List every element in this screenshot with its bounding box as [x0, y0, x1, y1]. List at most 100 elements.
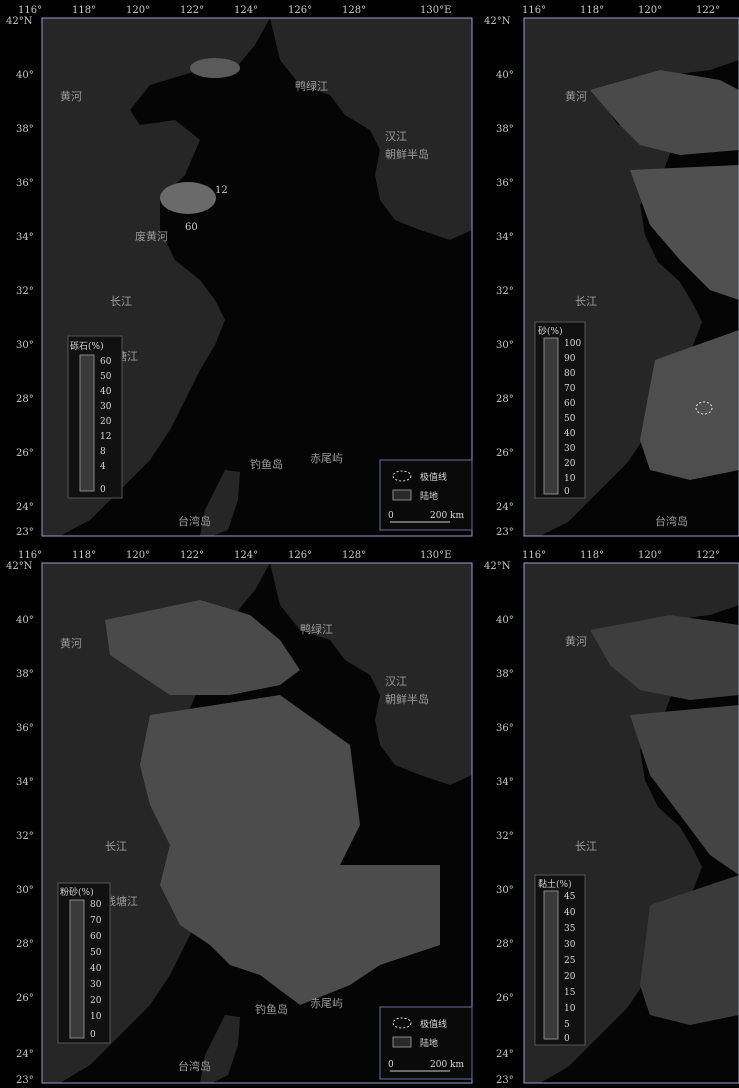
legend-value: 25 — [564, 956, 576, 966]
lat-tick: 34° — [496, 777, 514, 788]
lon-tick: 120° — [638, 550, 662, 561]
legend-value: 20 — [564, 972, 576, 982]
lon-tick: 116° — [18, 550, 42, 561]
lon-tick: 128° — [342, 550, 366, 561]
lat-tick: 32° — [16, 831, 34, 842]
map-panel-silt: 鸭绿江 汉江 朝鲜半岛 黄河 长江 钱塘江 钓鱼岛 赤尾屿 台湾岛 116° 1… — [0, 545, 478, 1088]
lon-tick: 116° — [18, 5, 42, 16]
place-changjiang: 长江 — [105, 840, 127, 853]
lat-tick: 23° — [496, 527, 514, 538]
lon-tick: 118° — [72, 550, 96, 561]
place-yellow-river: 黄河 — [565, 89, 587, 103]
place-hanjiang: 汉江 — [385, 130, 407, 143]
scale-value: 200 km — [430, 511, 464, 521]
legend-value: 10 — [564, 474, 576, 484]
map-canvas-gravel: 12 60 鸭绿江 汉江 朝鲜半岛 黄河 废黄河 长江 钱塘江 钓鱼岛 赤尾屿 … — [6, 5, 473, 538]
legend-value: 45 — [564, 892, 576, 902]
lon-axis: 116° 118° 120° 122° 124° 126° 128° 130°E — [18, 5, 451, 16]
lon-tick: 126° — [288, 5, 312, 16]
legend-value: 80 — [90, 900, 102, 910]
lat-tick: 24° — [16, 502, 34, 513]
legend-value: 10 — [90, 1012, 102, 1022]
lon-tick: 122° — [180, 5, 204, 16]
lon-tick: 122° — [180, 550, 204, 561]
land-swatch — [392, 1036, 412, 1048]
lat-tick: 36° — [496, 178, 514, 189]
lon-tick: 124° — [234, 550, 258, 561]
place-korea: 朝鲜半岛 — [385, 692, 429, 706]
contour-label: 12 — [215, 185, 228, 196]
lat-tick: 28° — [496, 394, 514, 405]
place-yellow-river: 黄河 — [565, 634, 587, 648]
lon-tick: 124° — [234, 5, 258, 16]
legend-box — [67, 335, 123, 499]
place-korea: 朝鲜半岛 — [385, 147, 429, 161]
lat-tick: 40° — [496, 615, 514, 626]
legend-value: 80 — [564, 369, 576, 379]
place-chiwei: 赤尾屿 — [310, 452, 343, 465]
legend-title: 粉砂(%) — [60, 886, 94, 898]
colour-legend: 粉砂(%) 80 70 60 50 40 30 20 10 0 — [57, 882, 111, 1044]
place-yellow-river: 黄河 — [60, 89, 82, 103]
place-yalu: 鸭绿江 — [295, 79, 328, 93]
place-yellow-river: 黄河 — [60, 636, 82, 650]
legend-land: 陆地 — [420, 1037, 438, 1049]
lat-tick: 40° — [16, 615, 34, 626]
lat-tick: 38° — [16, 124, 34, 135]
lat-axis: 42°N 40° 38° 36° 34° 32° 30° 28° 26° 24°… — [484, 561, 514, 1086]
legend-value: 0 — [90, 1030, 96, 1040]
gravel-patch — [190, 58, 240, 78]
lat-tick: 42°N — [6, 16, 33, 27]
legend-value: 70 — [564, 384, 576, 394]
legend-value: 60 — [564, 399, 576, 409]
lon-tick: 126° — [288, 550, 312, 561]
lon-tick: 130°E — [420, 5, 451, 16]
lon-tick: 118° — [72, 5, 96, 16]
legend-ramp-bar — [543, 337, 559, 495]
legend-value: 20 — [100, 417, 112, 427]
lat-tick: 32° — [16, 286, 34, 297]
colour-legend: 砂(%) 100 90 80 70 60 50 40 30 20 10 0 — [534, 321, 586, 499]
land-swatch — [392, 489, 412, 501]
legend-ramp-bar — [79, 354, 95, 492]
map-legend: 极值线 陆地 0 200 km — [379, 459, 473, 531]
legend-land: 陆地 — [420, 490, 438, 502]
lat-tick: 30° — [16, 885, 34, 896]
lon-tick: 118° — [580, 5, 604, 16]
lat-tick: 38° — [16, 669, 34, 680]
legend-value: 35 — [564, 924, 576, 934]
legend-value: 50 — [100, 372, 112, 382]
legend-value: 40 — [564, 429, 576, 439]
legend-value: 40 — [100, 387, 112, 397]
lat-tick: 23° — [496, 1075, 514, 1086]
lon-tick: 116° — [522, 5, 546, 16]
legend-value: 30 — [564, 940, 576, 950]
lon-tick: 116° — [522, 550, 546, 561]
lon-axis: 116° 118° 120° 122° — [522, 5, 720, 16]
legend-value: 70 — [90, 916, 102, 926]
lon-tick: 122° — [696, 5, 720, 16]
legend-box — [534, 874, 586, 1046]
legend-value: 12 — [100, 432, 111, 442]
map-panel-sand: 黄河 长江 台湾岛 116° 118° 120° 122° 42°N 40° 3… — [480, 0, 739, 540]
scale-value: 200 km — [430, 1060, 464, 1070]
scale-zero: 0 — [388, 511, 394, 521]
lat-tick: 26° — [16, 448, 34, 459]
map-panel-clay: 黄河 长江 116° 118° 120° 122° 42°N 40° 38° 3… — [480, 545, 739, 1088]
place-taiwan: 台湾岛 — [178, 514, 211, 528]
legend-value: 90 — [564, 354, 576, 364]
lat-tick: 40° — [16, 70, 34, 81]
legend-value: 30 — [100, 402, 112, 412]
place-yalu: 鸭绿江 — [300, 622, 333, 636]
lat-tick: 28° — [16, 939, 34, 950]
legend-value: 60 — [90, 932, 102, 942]
legend-extreme-line: 极值线 — [420, 471, 447, 483]
lat-tick: 34° — [16, 777, 34, 788]
place-changjiang: 长江 — [575, 840, 597, 853]
lat-tick: 28° — [16, 394, 34, 405]
lat-tick: 23° — [16, 1075, 34, 1086]
lat-tick: 42°N — [484, 16, 511, 27]
lat-axis: 42°N 40° 38° 36° 34° 32° 30° 28° 26° 24°… — [484, 16, 514, 538]
legend-value: 40 — [564, 908, 576, 918]
lat-axis: 42°N 40° 38° 36° 34° 32° 30° 28° 26° 24°… — [6, 561, 34, 1086]
